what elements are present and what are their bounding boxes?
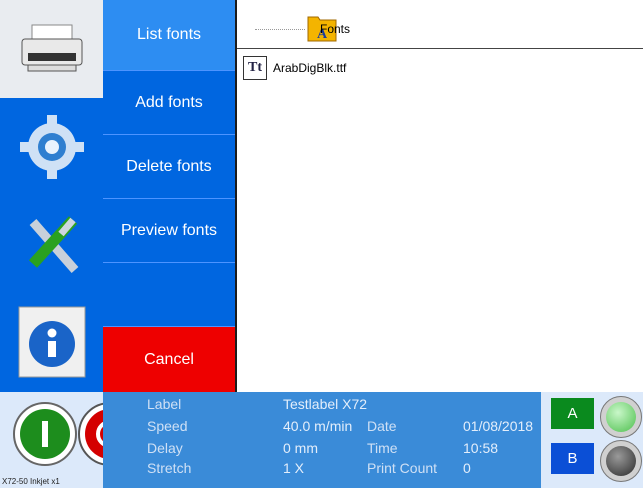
tree-separator xyxy=(237,48,643,49)
gear-icon xyxy=(19,115,84,179)
font-menu: List fonts Add fonts Delete fonts Previe… xyxy=(103,0,235,392)
info-icon xyxy=(18,306,85,378)
folder-label[interactable]: Fonts xyxy=(320,22,350,36)
font-file-icon: Tt xyxy=(243,56,267,80)
print-count-value: 0 xyxy=(463,460,471,476)
settings-button[interactable] xyxy=(0,98,103,196)
speed-value: 40.0 m/min xyxy=(283,418,353,434)
print-count-label: Print Count xyxy=(367,460,438,476)
printer-button[interactable] xyxy=(0,0,103,98)
info-button[interactable] xyxy=(0,294,103,392)
tools-button[interactable] xyxy=(0,196,103,294)
cancel-button[interactable]: Cancel xyxy=(103,327,235,392)
label-label: Label xyxy=(147,396,182,412)
time-label: Time xyxy=(367,440,398,456)
button-b[interactable]: B xyxy=(551,443,594,474)
date-label: Date xyxy=(367,418,397,434)
stretch-value: 1 X xyxy=(283,460,305,476)
date-value: 01/08/2018 xyxy=(463,418,534,434)
empty-menu-button[interactable] xyxy=(103,263,235,327)
delete-fonts-button[interactable]: Delete fonts xyxy=(103,135,235,199)
status-info: Label Speed Delay Stretch Testlabel X72 … xyxy=(103,392,541,488)
time-value: 10:58 xyxy=(463,440,499,456)
indicator-gray xyxy=(600,440,642,482)
tools-icon xyxy=(28,216,78,273)
printer-icon xyxy=(21,24,82,72)
button-a[interactable]: A xyxy=(551,398,594,429)
delay-label: Delay xyxy=(147,440,183,456)
device-label: X72-50 Inkjet x1 xyxy=(2,477,60,486)
start-button[interactable] xyxy=(13,402,77,466)
label-value: Testlabel X72 xyxy=(283,396,368,412)
preview-fonts-button[interactable]: Preview fonts xyxy=(103,199,235,263)
file-name: ArabDigBlk.ttf xyxy=(273,61,347,75)
tree-connector xyxy=(255,29,305,30)
list-fonts-button[interactable]: List fonts xyxy=(103,0,235,71)
stretch-label: Stretch xyxy=(147,460,192,476)
file-row[interactable]: Tt ArabDigBlk.ttf xyxy=(243,56,346,80)
delay-value: 0 mm xyxy=(283,440,318,456)
add-fonts-button[interactable]: Add fonts xyxy=(103,71,235,135)
indicator-green xyxy=(600,396,642,438)
left-toolbar xyxy=(0,0,103,392)
speed-label: Speed xyxy=(147,418,188,434)
